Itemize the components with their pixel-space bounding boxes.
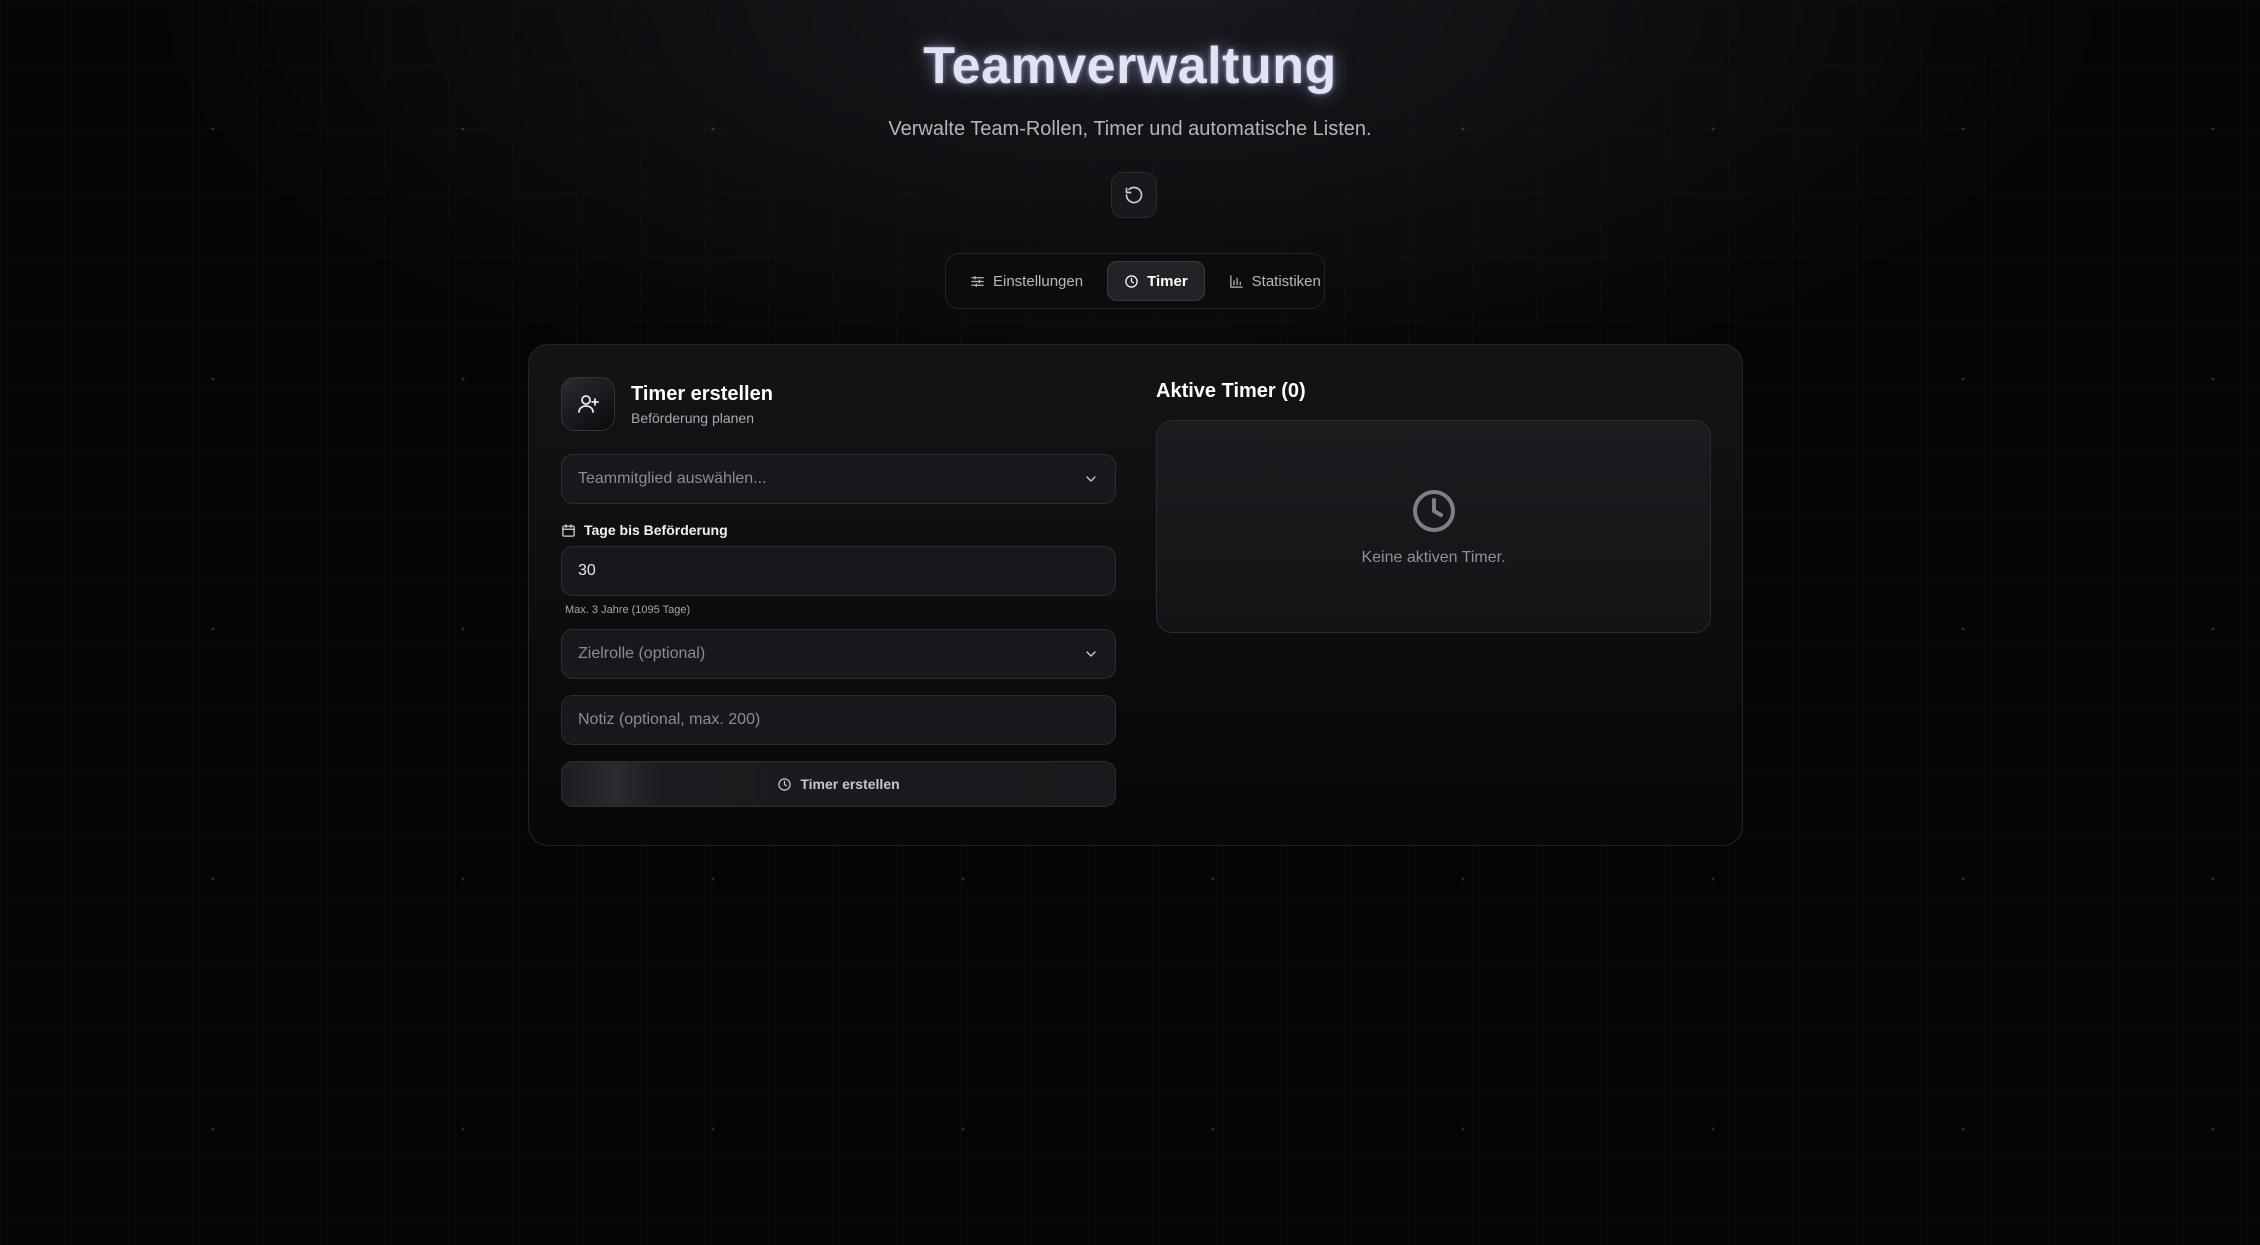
days-input[interactable]: 30 bbox=[561, 546, 1116, 596]
section-icon-box bbox=[561, 377, 615, 431]
chevron-down-icon bbox=[1086, 476, 1096, 482]
tab-statistiken[interactable]: Statistiken bbox=[1213, 261, 1337, 301]
days-label: Tage bis Beförderung bbox=[561, 522, 1116, 538]
tab-timer[interactable]: Timer bbox=[1107, 261, 1205, 301]
create-timer-section: Timer erstellen Beförderung planen Teamm… bbox=[561, 377, 1116, 807]
tab-label: Timer bbox=[1147, 272, 1188, 290]
clock-icon bbox=[1412, 489, 1455, 532]
empty-state: Keine aktiven Timer. bbox=[1156, 420, 1711, 633]
page-title: Teamverwaltung bbox=[923, 37, 1337, 95]
user-plus-icon bbox=[578, 395, 599, 413]
section-header: Timer erstellen Beförderung planen bbox=[561, 377, 1116, 431]
chevron-down-icon bbox=[1086, 651, 1096, 657]
empty-state-text: Keine aktiven Timer. bbox=[1361, 548, 1506, 566]
role-select-placeholder: Zielrolle (optional) bbox=[578, 645, 706, 662]
days-hint: Max. 3 Jahre (1095 Tage) bbox=[565, 604, 691, 616]
member-select[interactable]: Teammitglied auswählen... bbox=[561, 454, 1116, 504]
clock-icon bbox=[1125, 274, 1138, 288]
role-select[interactable]: Zielrolle (optional) bbox=[561, 629, 1116, 679]
days-label-text: Tage bis Beförderung bbox=[584, 522, 728, 538]
page-header: Teamverwaltung Verwalte Team-Rollen, Tim… bbox=[0, 36, 2260, 141]
tab-einstellungen[interactable]: Einstellungen bbox=[954, 261, 1099, 301]
create-timer-button-label: Timer erstellen bbox=[800, 776, 900, 792]
sliders-icon bbox=[971, 275, 984, 287]
tab-bar: Einstellungen Timer Statistiken bbox=[945, 253, 1325, 309]
refresh-button[interactable] bbox=[1111, 172, 1157, 218]
active-timers-title: Aktive Timer (0) bbox=[1156, 380, 1306, 402]
calendar-icon bbox=[562, 523, 575, 537]
tab-label: Statistiken bbox=[1251, 272, 1321, 290]
note-input[interactable]: Notiz (optional, max. 200) bbox=[561, 695, 1116, 745]
section-title: Timer erstellen bbox=[631, 382, 773, 405]
section-subtitle: Beförderung planen bbox=[631, 409, 754, 426]
clock-icon bbox=[778, 777, 792, 791]
create-timer-button[interactable]: Timer erstellen bbox=[561, 761, 1116, 807]
page-subtitle: Verwalte Team-Rollen, Timer und automati… bbox=[888, 118, 1372, 140]
timer-card: Timer erstellen Beförderung planen Teamm… bbox=[528, 344, 1743, 846]
member-select-placeholder: Teammitglied auswählen... bbox=[578, 470, 767, 487]
refresh-icon bbox=[1125, 186, 1143, 204]
tab-label: Einstellungen bbox=[993, 272, 1084, 290]
note-input-placeholder: Notiz (optional, max. 200) bbox=[578, 711, 761, 728]
active-timers-section: Aktive Timer (0) Keine aktiven Timer. bbox=[1156, 377, 1711, 633]
days-input-value: 30 bbox=[578, 562, 596, 579]
bar-chart-icon bbox=[1229, 274, 1243, 288]
